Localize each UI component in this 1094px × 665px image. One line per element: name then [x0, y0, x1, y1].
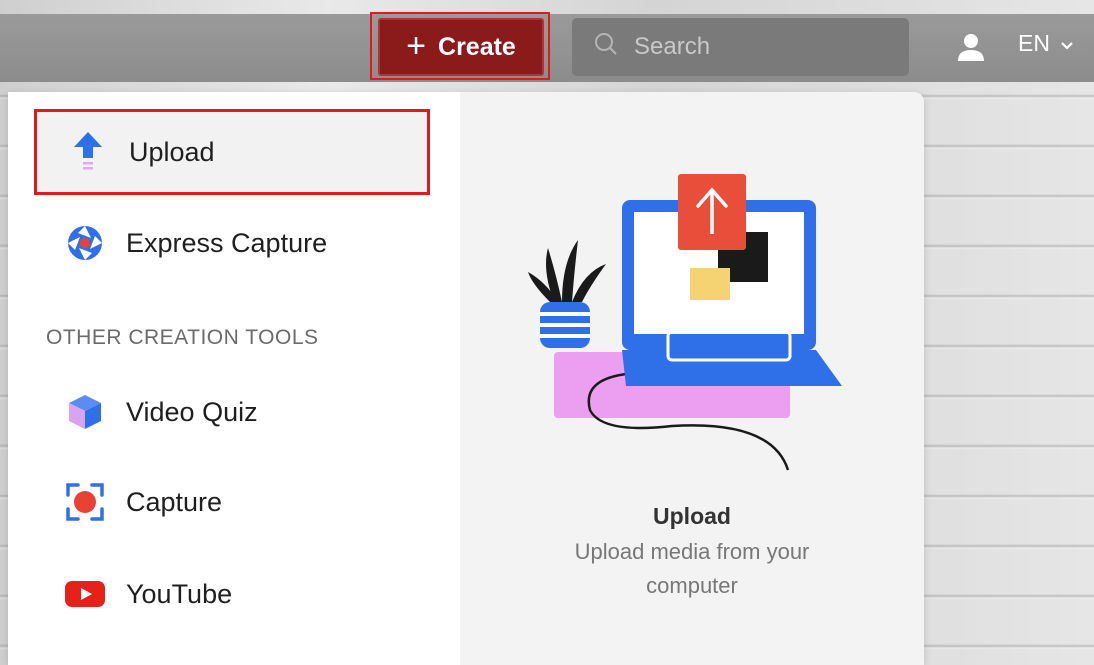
upload-illustration	[528, 174, 842, 471]
preview-title: Upload	[653, 503, 731, 529]
youtube-icon	[62, 571, 108, 617]
search-icon	[594, 32, 618, 63]
menu-item-youtube[interactable]: YouTube	[34, 551, 430, 637]
preview-panel: Upload Upload media from your computer	[460, 92, 924, 665]
menu-item-video-quiz[interactable]: Video Quiz	[34, 369, 430, 455]
create-dropdown-menu: Upload Express Capture OTHER CREATION TO…	[8, 92, 924, 665]
user-icon[interactable]	[956, 32, 986, 62]
section-label-other-tools: OTHER CREATION TOOLS	[46, 326, 319, 349]
video-quiz-cube-icon	[62, 389, 108, 435]
search-placeholder: Search	[634, 33, 711, 60]
upload-arrow-icon	[65, 129, 111, 175]
chevron-down-icon	[1060, 30, 1074, 57]
search-input[interactable]: Search	[572, 18, 909, 76]
menu-item-label: Express Capture	[126, 227, 328, 258]
language-label: EN	[1018, 30, 1050, 56]
preview-description: Upload media from your computer	[574, 539, 810, 598]
express-capture-icon	[62, 220, 108, 266]
plus-icon: +	[406, 27, 427, 65]
create-button-label: Create	[438, 32, 516, 61]
create-button[interactable]: + Create	[378, 18, 544, 76]
menu-item-label: YouTube	[126, 578, 233, 609]
menu-item-express-capture[interactable]: Express Capture	[34, 200, 430, 286]
language-selector[interactable]: EN	[1018, 30, 1074, 57]
menu-item-upload[interactable]: Upload	[34, 109, 430, 195]
menu-item-label: Video Quiz	[126, 396, 258, 427]
menu-item-label: Capture	[126, 486, 223, 517]
capture-record-icon	[62, 479, 108, 525]
menu-item-label: Upload	[129, 136, 215, 167]
menu-item-capture[interactable]: Capture	[34, 459, 430, 545]
